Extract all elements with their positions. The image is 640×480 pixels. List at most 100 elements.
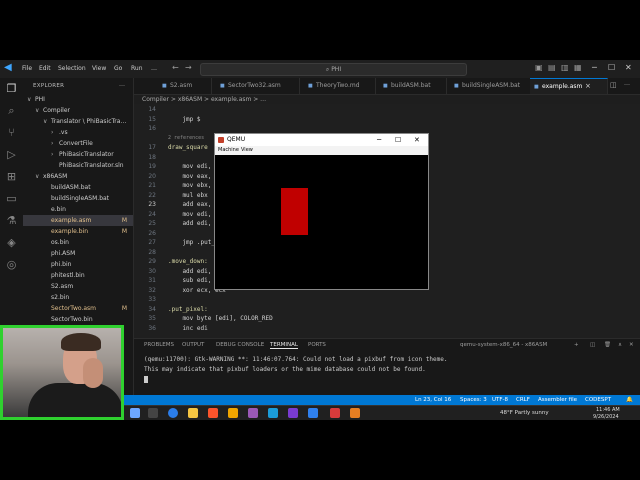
split-terminal-icon[interactable]: ◫ (590, 342, 595, 348)
tree-item[interactable]: ∨ Compiler (23, 105, 133, 116)
panel-maximize-icon[interactable]: ∧ (618, 342, 622, 348)
extensions-icon[interactable]: ⊞ (5, 170, 18, 183)
steam-icon[interactable] (268, 408, 278, 418)
obs-icon[interactable] (330, 408, 340, 418)
tree-item[interactable]: phi.ASM (23, 248, 133, 259)
forward-arrow-icon[interactable]: → (185, 64, 192, 72)
clock-date[interactable]: 9/26/2024 (593, 414, 619, 420)
tree-item[interactable]: SectorTwo.bin (23, 314, 133, 325)
tree-item[interactable]: example.asm M (23, 215, 133, 226)
tree-item[interactable]: buildSingleASM.bat (23, 193, 133, 204)
tree-item[interactable]: › .vs (23, 127, 133, 138)
tree-item[interactable]: › PhiBasicTranslator (23, 149, 133, 160)
tree-item[interactable]: PhiBasicTranslator.sln (23, 160, 133, 171)
file-explorer-icon[interactable] (188, 408, 198, 418)
tree-item[interactable]: buildASM.bat (23, 182, 133, 193)
tree-item[interactable]: phitestl.bin (23, 270, 133, 281)
terminal-selector[interactable]: qemu-system-x86_64 - x86ASM (460, 342, 547, 348)
qemu-close-button[interactable]: ✕ (414, 134, 420, 146)
qemu-minimize-button[interactable]: ─ (377, 134, 381, 146)
editor-more-icon[interactable]: … (624, 80, 630, 87)
tab-close-icon[interactable]: × (585, 82, 591, 90)
run-debug-icon[interactable]: ▷ (5, 148, 18, 161)
tree-item[interactable]: ∨ Translator \ PhiBasicTra… (23, 116, 133, 127)
close-button[interactable]: ✕ (625, 63, 632, 72)
tree-item[interactable]: S2.asm (23, 281, 133, 292)
panel-tab-output[interactable]: OUTPUT (182, 342, 204, 348)
tab-example-asm[interactable]: example.asm (530, 78, 608, 95)
clock-time[interactable]: 11:46 AM (596, 407, 620, 413)
status-eol[interactable]: CRLF (516, 395, 530, 405)
panel-close-icon[interactable]: ✕ (629, 342, 634, 348)
tree-item[interactable]: example.bin M (23, 226, 133, 237)
tree-item[interactable]: SectorTwo.asm M (23, 303, 133, 314)
testing-icon[interactable]: ⚗ (5, 214, 18, 227)
taskview-icon[interactable] (148, 408, 158, 418)
status-encoding[interactable]: UTF-8 (492, 395, 508, 405)
codelens-references[interactable]: 2 references (168, 135, 204, 141)
explorer-files-icon[interactable]: ❐ (5, 82, 18, 95)
status-position[interactable]: Ln 23, Col 16 (415, 395, 451, 405)
menu-edit[interactable]: Edit (39, 65, 51, 72)
qemu-menu-machine[interactable]: Machine (218, 146, 239, 155)
weather-widget[interactable]: 48°F Partly sunny (500, 410, 549, 416)
search-icon[interactable]: ⌕ (5, 104, 18, 117)
status-extension[interactable]: CODESPT (585, 395, 611, 405)
terminal-cursor[interactable] (144, 376, 148, 383)
docker-icon[interactable]: ◈ (5, 236, 18, 249)
notifications-bell-icon[interactable]: 🔔 (626, 395, 633, 405)
menu-go[interactable]: Go (114, 65, 122, 72)
edge-browser-icon[interactable] (168, 408, 178, 418)
app-icon-2[interactable] (248, 408, 258, 418)
app-icon-1[interactable] (228, 408, 238, 418)
status-spaces[interactable]: Spaces: 3 (460, 395, 487, 405)
tree-item-label: S2.asm (51, 283, 74, 290)
panel-tab-debug-console[interactable]: DEBUG CONSOLE (216, 342, 264, 348)
breadcrumb[interactable]: Compiler > x86ASM > example.asm > … (142, 96, 266, 103)
qemu-maximize-button[interactable]: ☐ (395, 134, 401, 146)
menu-selection[interactable]: Selection (58, 65, 86, 72)
command-center[interactable]: ⌕ PHI (200, 63, 467, 76)
menu-run[interactable]: Run (131, 65, 143, 72)
tree-item[interactable]: ∨ PHI (23, 94, 133, 105)
tab-buildasm-bat[interactable]: buildASM.bat (379, 78, 447, 94)
remote-explorer-icon[interactable]: ▭ (5, 192, 18, 205)
tree-item[interactable]: s2.bin (23, 292, 133, 303)
new-terminal-icon[interactable]: + (574, 342, 579, 348)
app-icon-3[interactable] (288, 408, 298, 418)
qemu-menu-view[interactable]: View (241, 146, 253, 155)
brave-browser-icon[interactable] (208, 408, 218, 418)
back-arrow-icon[interactable]: ← (172, 64, 179, 72)
tab-sectortwo32-asm[interactable]: SectorTwo32.asm (216, 78, 300, 94)
layout-secondary-icon[interactable]: ▥ (561, 64, 569, 72)
start-button-icon[interactable] (130, 408, 140, 418)
tree-item[interactable]: ∨ x86ASM (23, 171, 133, 182)
layout-sidebar-icon[interactable]: ▣ (535, 64, 543, 72)
vscode-taskbar-icon[interactable] (308, 408, 318, 418)
customize-layout-icon[interactable]: ▦ (574, 64, 582, 72)
extension-panel-icon[interactable]: ◎ (5, 258, 18, 271)
tree-item[interactable]: › ConvertFile (23, 138, 133, 149)
split-editor-icon[interactable]: ◫ (610, 81, 617, 89)
tree-item[interactable]: e.bin (23, 204, 133, 215)
menu-more[interactable]: … (151, 65, 157, 72)
menu-view[interactable]: View (92, 65, 106, 72)
tab-theorytwo-md[interactable]: TheoryTwo.md (304, 78, 376, 94)
panel-tab-ports[interactable]: PORTS (308, 342, 326, 348)
minimize-button[interactable]: ─ (592, 63, 597, 72)
layout-panel-icon[interactable]: ▤ (548, 64, 556, 72)
tree-item[interactable]: os.bin (23, 237, 133, 248)
panel-tab-terminal[interactable]: TERMINAL (270, 342, 298, 349)
menu-file[interactable]: File (22, 65, 32, 72)
tab-s2-asm[interactable]: S2.asm (158, 78, 212, 94)
tab-buildsingleasm-bat[interactable]: buildSingleASM.bat (450, 78, 534, 94)
panel-tab-problems[interactable]: PROBLEMS (144, 342, 174, 348)
tree-item[interactable]: phi.bin (23, 259, 133, 270)
status-language[interactable]: Assembler file (538, 395, 577, 405)
qemu-window[interactable]: QEMU ─ ☐ ✕ Machine View (214, 133, 429, 290)
maximize-button[interactable]: ☐ (608, 63, 615, 72)
qemu-taskbar-icon[interactable] (350, 408, 360, 418)
source-control-icon[interactable]: ⑂ (5, 126, 18, 139)
more-actions-icon[interactable]: … (119, 81, 125, 88)
kill-terminal-icon[interactable]: 🗑 (604, 342, 611, 348)
